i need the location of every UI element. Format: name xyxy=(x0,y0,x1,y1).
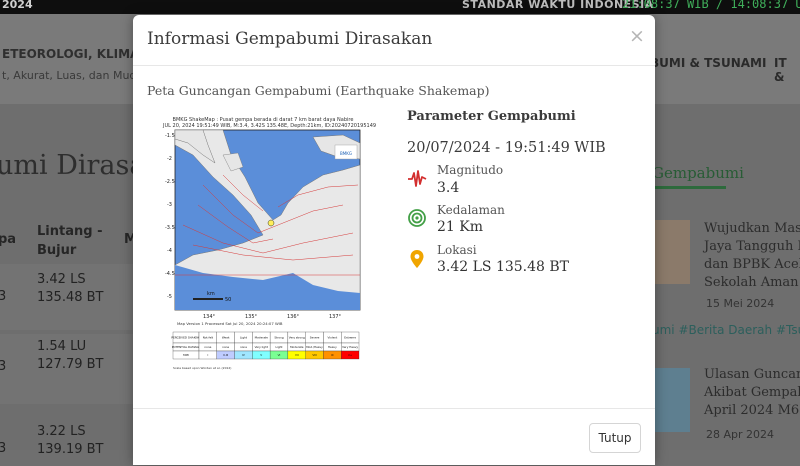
legend-label: Very strong xyxy=(289,336,305,340)
table-cell-coords: 3.22 LS 139.19 BT xyxy=(37,424,104,457)
lon-tick: 135° xyxy=(245,314,258,320)
lon-tick: 134° xyxy=(203,314,216,320)
legend-label: Very Heavy xyxy=(342,345,358,349)
nav-it[interactable]: IT & xyxy=(774,56,800,84)
legend-label: Light xyxy=(276,345,284,349)
shaking-legend: PERCEIVED SHAKING Not felt Weak Light Modera… xyxy=(171,331,360,360)
legend-label: IV xyxy=(242,353,245,357)
legend-label: Moderate xyxy=(255,336,269,340)
close-button[interactable]: Tutup xyxy=(589,423,641,453)
lat-tick: -3.5 xyxy=(165,225,175,231)
scale-label: km xyxy=(207,291,215,297)
legend-label: Light xyxy=(240,336,248,340)
table-cell: 3 xyxy=(0,359,7,374)
site-tagline: t, Akurat, Luas, dan Mudah xyxy=(2,69,151,82)
table-cell: 3 xyxy=(0,441,7,456)
news-tags[interactable]: umi #Berita Daerah #Tsuna xyxy=(652,323,800,337)
news-date: 15 Mei 2024 xyxy=(706,297,775,310)
location-pin-icon xyxy=(410,250,424,268)
news-title[interactable]: Ulasan Guncang Akibat Gempabu April 2024… xyxy=(704,366,800,420)
legend-label: Very light xyxy=(255,345,269,349)
lat-tick: -5 xyxy=(167,294,172,300)
modal-title: Informasi Gempabumi Dirasakan xyxy=(147,29,433,49)
legend-label: Not felt xyxy=(203,336,214,340)
legend-label: POTENTIAL DAMAGE xyxy=(172,345,201,349)
lat-tick: -2 xyxy=(167,156,172,162)
legend-label: MMI xyxy=(183,353,189,357)
shakemap-map: BMKG -1.5 -2 -2.5 -3 -3.5 -4 -4.5 -5 134… xyxy=(165,129,361,370)
map-version-caption: Map Version 1 Processed Sat Jul 20, 2024… xyxy=(177,321,283,326)
legend-label: Weak xyxy=(222,336,230,340)
parameter-heading: Parameter Gempabumi xyxy=(407,109,576,124)
depth-icon xyxy=(408,209,426,227)
bmkg-logo: BMKG xyxy=(340,151,352,156)
lat-tick: -4.5 xyxy=(165,271,175,277)
legend-label: Strong xyxy=(274,336,283,340)
table-cell: 3 xyxy=(0,289,7,304)
lon-tick: 137° xyxy=(329,314,342,320)
sidebar-title: Gempabumi xyxy=(652,164,744,182)
shakemap-heading: Peta Guncangan Gempabumi (Earthquake Sha… xyxy=(147,83,490,98)
legend-label: none xyxy=(222,345,229,349)
legend-label: X+ xyxy=(348,353,353,357)
legend-note: Scale based upon Worden et al. (2012) xyxy=(173,366,231,370)
event-datetime: 20/07/2024 - 19:51:49 WIB xyxy=(407,140,606,156)
legend-label: Heavy xyxy=(328,345,337,349)
table-cell-coords: 3.42 LS 135.48 BT xyxy=(37,272,104,305)
legend-label: Extreme xyxy=(344,336,356,340)
news-thumbnail[interactable] xyxy=(650,220,690,284)
modal-footer: Tutup xyxy=(133,408,655,466)
modal-header: Informasi Gempabumi Dirasakan × xyxy=(133,15,655,66)
legend-label: IX xyxy=(331,353,334,357)
depth-label: Kedalaman xyxy=(437,203,505,217)
magnitude-icon xyxy=(408,170,427,187)
legend-label: VI xyxy=(278,353,281,357)
legend-label: PERCEIVED SHAKING xyxy=(171,336,200,340)
news-thumbnail[interactable] xyxy=(650,368,690,432)
lat-tick: -1.5 xyxy=(165,133,175,139)
close-icon[interactable]: × xyxy=(629,25,645,47)
table-header-lintang-bujur: Lintang - Bujur xyxy=(37,224,103,258)
legend-label: VII xyxy=(295,353,299,357)
news-date: 28 Apr 2024 xyxy=(706,428,775,441)
legend-label: Severe xyxy=(310,336,320,340)
lon-tick: 136° xyxy=(287,314,300,320)
legend-label: VIII xyxy=(312,353,317,357)
legend-label: II-III xyxy=(223,353,228,357)
table-cell-coords: 1.54 LU 127.79 BT xyxy=(37,339,104,372)
magnitude-label: Magnitudo xyxy=(437,163,504,177)
lat-tick: -4 xyxy=(167,248,172,254)
scale-value: 50 xyxy=(225,297,231,303)
location-value: 3.42 LS 135.48 BT xyxy=(437,259,570,275)
legend-label: none xyxy=(240,345,247,349)
news-title[interactable]: Wujudkan Masy Jaya Tangguh Be dan BPBK A… xyxy=(704,220,800,292)
depth-value: 21 Km xyxy=(437,219,483,235)
legend-label: Moderate xyxy=(290,345,304,349)
nav-gempabumi-tsunami[interactable]: BUMI & TSUNAMI xyxy=(650,56,766,70)
table-header-col1: pa xyxy=(0,232,17,247)
earthquake-info-modal: Informasi Gempabumi Dirasakan × Peta Gun… xyxy=(133,15,655,465)
location-label: Lokasi xyxy=(437,243,477,257)
lat-tick: -2.5 xyxy=(165,179,175,185)
sidebar-title-underline xyxy=(652,186,726,189)
legend-label: none xyxy=(204,345,211,349)
top-status-bar: 2024 STANDAR WAKTU INDONESIA 21:08:37 WI… xyxy=(0,0,800,14)
magnitude-value: 3.4 xyxy=(437,180,460,196)
lat-tick: -3 xyxy=(167,202,172,208)
topbar-date: 2024 xyxy=(2,0,33,11)
legend-label: V xyxy=(260,353,262,357)
legend-label: Mod./Heavy xyxy=(306,345,323,349)
shakemap-image: BMKG ShakeMap : Pusat gempa berada di da… xyxy=(163,115,376,373)
legend-label: Violent xyxy=(327,336,338,340)
clock-readout: 21:08:37 WIB / 14:08:37 UTC xyxy=(622,0,800,11)
